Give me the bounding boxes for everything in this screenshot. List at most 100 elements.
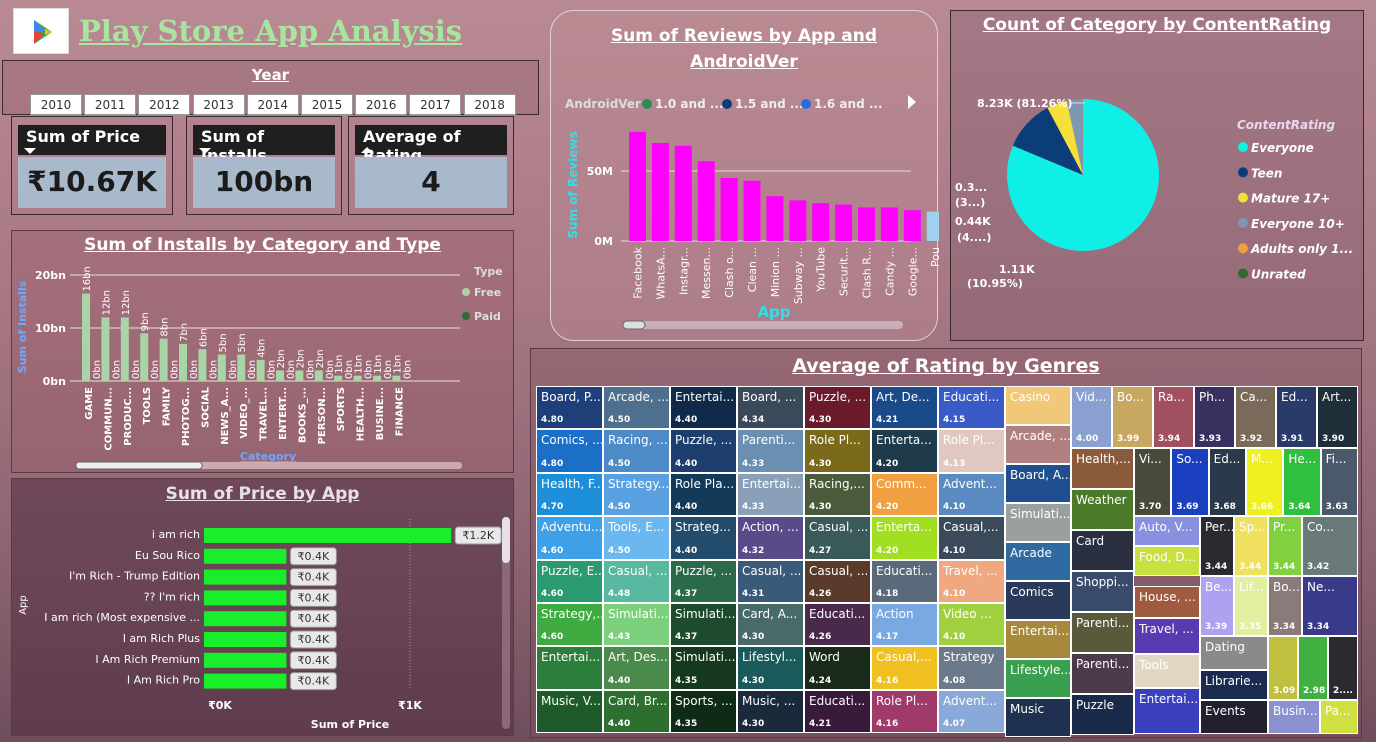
treemap-cell[interactable]: Lifestyle... bbox=[1005, 659, 1071, 698]
treemap-cell[interactable]: Shoppi... bbox=[1071, 571, 1134, 612]
treemap-cell[interactable]: Card, A... 4.30 bbox=[737, 603, 804, 647]
treemap-cell[interactable]: Librarie... bbox=[1200, 670, 1268, 700]
treemap-cell[interactable]: Role Pla... 4.40 bbox=[670, 472, 737, 517]
treemap-cell[interactable]: Travel, ... bbox=[1134, 618, 1200, 654]
treemap-cell[interactable]: 3.09 bbox=[1268, 636, 1298, 700]
treemap-cell[interactable]: Educati... 4.15 bbox=[938, 386, 1005, 430]
treemap-cell[interactable]: Puzzle, ... 4.37 bbox=[670, 559, 737, 603]
treemap-cell[interactable]: Health, F... 4.70 bbox=[536, 472, 603, 517]
sort-down-icon[interactable] bbox=[24, 148, 36, 154]
year-button-2016[interactable]: 2016 bbox=[355, 94, 408, 115]
treemap-cell[interactable]: Ca... 3.92 bbox=[1235, 386, 1276, 448]
treemap-cell[interactable]: Casual,... 4.10 bbox=[938, 516, 1005, 560]
treemap-cell[interactable]: Racing, ... 4.50 bbox=[603, 429, 670, 473]
treemap-cell[interactable]: Racing,... 4.30 bbox=[804, 472, 871, 517]
treemap-cell[interactable]: Travel, ... 4.10 bbox=[938, 559, 1005, 603]
treemap-cell[interactable]: Comics, ... 4.80 bbox=[536, 429, 603, 473]
treemap-cell[interactable]: Casual, ... 4.48 bbox=[603, 559, 670, 603]
kpi-price-label[interactable]: Sum of Price bbox=[18, 125, 166, 155]
treemap-cell[interactable]: Fi... 3.63 bbox=[1320, 448, 1358, 516]
treemap-cell[interactable]: Puzzle, E... 4.60 bbox=[536, 559, 603, 603]
treemap-cell[interactable]: Vi... 3.70 bbox=[1134, 448, 1172, 516]
treemap-cell[interactable]: Casual, ... 4.26 bbox=[804, 559, 871, 603]
treemap-cell[interactable]: Art, De... 4.21 bbox=[871, 386, 938, 430]
treemap-cell[interactable]: Strategy... 4.50 bbox=[603, 472, 670, 517]
treemap-cell[interactable]: Comics bbox=[1005, 581, 1071, 620]
treemap-cell[interactable]: Simulati... 4.35 bbox=[670, 646, 737, 690]
treemap-cell[interactable]: Puzzle, ... 4.30 bbox=[804, 386, 871, 430]
treemap-cell[interactable]: Strategy,... 4.60 bbox=[536, 603, 603, 647]
treemap-cell[interactable]: Card, Br... 4.40 bbox=[603, 689, 670, 734]
treemap-cell[interactable]: Entertai... 4.33 bbox=[737, 472, 804, 517]
treemap-cell[interactable]: Adventu... 4.60 bbox=[536, 516, 603, 560]
year-button-2014[interactable]: 2014 bbox=[246, 94, 299, 115]
treemap-cell[interactable]: Board, P... 4.80 bbox=[536, 386, 603, 430]
treemap-cell[interactable]: Strateg... 4.40 bbox=[670, 516, 737, 560]
treemap-cell[interactable]: Pr... 3.44 bbox=[1268, 516, 1302, 576]
treemap-cell[interactable]: Card bbox=[1071, 530, 1134, 571]
treemap-cell[interactable]: Ed... 3.68 bbox=[1208, 448, 1246, 516]
kpi-installs-label[interactable]: Sum of Installs bbox=[193, 125, 335, 165]
treemap-cell[interactable]: Music, V... bbox=[536, 689, 603, 734]
treemap-cell[interactable]: Auto, V... bbox=[1134, 516, 1200, 546]
treemap-cell[interactable]: Entertai... bbox=[536, 646, 603, 690]
treemap-cell[interactable]: Strategy 4.08 bbox=[938, 646, 1005, 690]
treemap-cell[interactable]: Entertai... bbox=[1134, 688, 1200, 734]
treemap-cell[interactable]: Ph... 3.93 bbox=[1194, 386, 1235, 448]
treemap-cell[interactable]: Action 4.17 bbox=[871, 603, 938, 647]
treemap-cell[interactable]: Parenti... bbox=[1071, 653, 1134, 694]
treemap-cell[interactable]: Tools bbox=[1134, 654, 1200, 688]
treemap-cell[interactable]: Educati... 4.18 bbox=[871, 559, 938, 603]
treemap-cell[interactable]: Educati... 4.26 bbox=[804, 603, 871, 647]
treemap-cell[interactable]: 2.... bbox=[1328, 636, 1358, 700]
treemap-cell[interactable]: Casual, ... 4.31 bbox=[737, 559, 804, 603]
treemap-cell[interactable]: Arcade bbox=[1005, 542, 1071, 581]
treemap-cell[interactable]: Simulati... 4.43 bbox=[603, 603, 670, 647]
treemap-cell[interactable]: Comm... 4.20 bbox=[871, 472, 938, 517]
treemap-cell[interactable]: Food, D... bbox=[1134, 546, 1200, 576]
treemap-cell[interactable]: Dating bbox=[1200, 636, 1268, 670]
treemap-cell[interactable]: Action, ... 4.32 bbox=[737, 516, 804, 560]
treemap-cell[interactable]: Simulati... 4.37 bbox=[670, 603, 737, 647]
treemap-cell[interactable]: Events bbox=[1200, 700, 1268, 734]
treemap-cell[interactable]: Educati... 4.21 bbox=[804, 689, 871, 734]
treemap-cell[interactable]: Parenti... bbox=[1071, 612, 1134, 653]
treemap-cell[interactable]: Lifestyl... 4.30 bbox=[737, 646, 804, 690]
treemap-cell[interactable]: Weather bbox=[1071, 489, 1134, 530]
treemap-cell[interactable]: Advent... 4.10 bbox=[938, 472, 1005, 517]
treemap-cell[interactable]: Busin... bbox=[1268, 700, 1320, 734]
treemap-cell[interactable]: Enterta... 4.20 bbox=[871, 429, 938, 473]
treemap-cell[interactable]: Arcade, ... bbox=[1005, 425, 1071, 464]
treemap-cell[interactable]: Music bbox=[1005, 698, 1071, 737]
treemap-cell[interactable]: Casino bbox=[1005, 386, 1071, 425]
treemap-cell[interactable]: Casual, ... 4.27 bbox=[804, 516, 871, 560]
treemap-cell[interactable]: M... 3.66 bbox=[1246, 448, 1284, 516]
treemap-cell[interactable]: Art... 3.90 bbox=[1317, 386, 1358, 448]
treemap-cell[interactable]: Simulati... bbox=[1005, 503, 1071, 542]
kpi-rating-label[interactable]: Average of Rating bbox=[355, 125, 507, 165]
treemap-cell[interactable]: Role Pl... 4.16 bbox=[871, 689, 938, 734]
year-button-2015[interactable]: 2015 bbox=[301, 94, 353, 115]
treemap-cell[interactable]: Per... 3.44 bbox=[1200, 516, 1234, 576]
treemap-cell[interactable]: Bo... 3.34 bbox=[1268, 576, 1302, 636]
treemap-cell[interactable]: Be... 3.39 bbox=[1200, 576, 1234, 636]
treemap-cell[interactable]: Role Pl... 4.30 bbox=[804, 429, 871, 473]
year-button-2017[interactable]: 2017 bbox=[409, 94, 462, 115]
treemap-cell[interactable]: Sp... 3.44 bbox=[1234, 516, 1268, 576]
treemap-cell[interactable]: Word 4.24 bbox=[804, 646, 871, 690]
sort-down-icon[interactable] bbox=[199, 148, 211, 154]
treemap-cell[interactable]: Lif... 3.35 bbox=[1234, 576, 1268, 636]
treemap-cell[interactable]: 2.98 bbox=[1298, 636, 1328, 700]
treemap-cell[interactable]: Puzzle bbox=[1071, 694, 1134, 735]
treemap-cell[interactable]: Puzzle, ... 4.40 bbox=[670, 429, 737, 473]
treemap-cell[interactable]: Casual,... 4.16 bbox=[871, 646, 938, 690]
treemap-cell[interactable]: Ed... 3.91 bbox=[1276, 386, 1317, 448]
treemap-cell[interactable]: Advent... 4.07 bbox=[938, 689, 1005, 734]
treemap-cell[interactable]: Pa... bbox=[1320, 700, 1358, 734]
treemap-cell[interactable]: Entertai... 4.40 bbox=[670, 386, 737, 430]
year-button-2011[interactable]: 2011 bbox=[84, 94, 137, 115]
year-button-2013[interactable]: 2013 bbox=[192, 94, 245, 115]
treemap-cell[interactable]: He... 3.64 bbox=[1283, 448, 1321, 516]
year-button-2010[interactable]: 2010 bbox=[30, 94, 82, 115]
treemap-cell[interactable]: Ne... 3.34 bbox=[1302, 576, 1358, 636]
